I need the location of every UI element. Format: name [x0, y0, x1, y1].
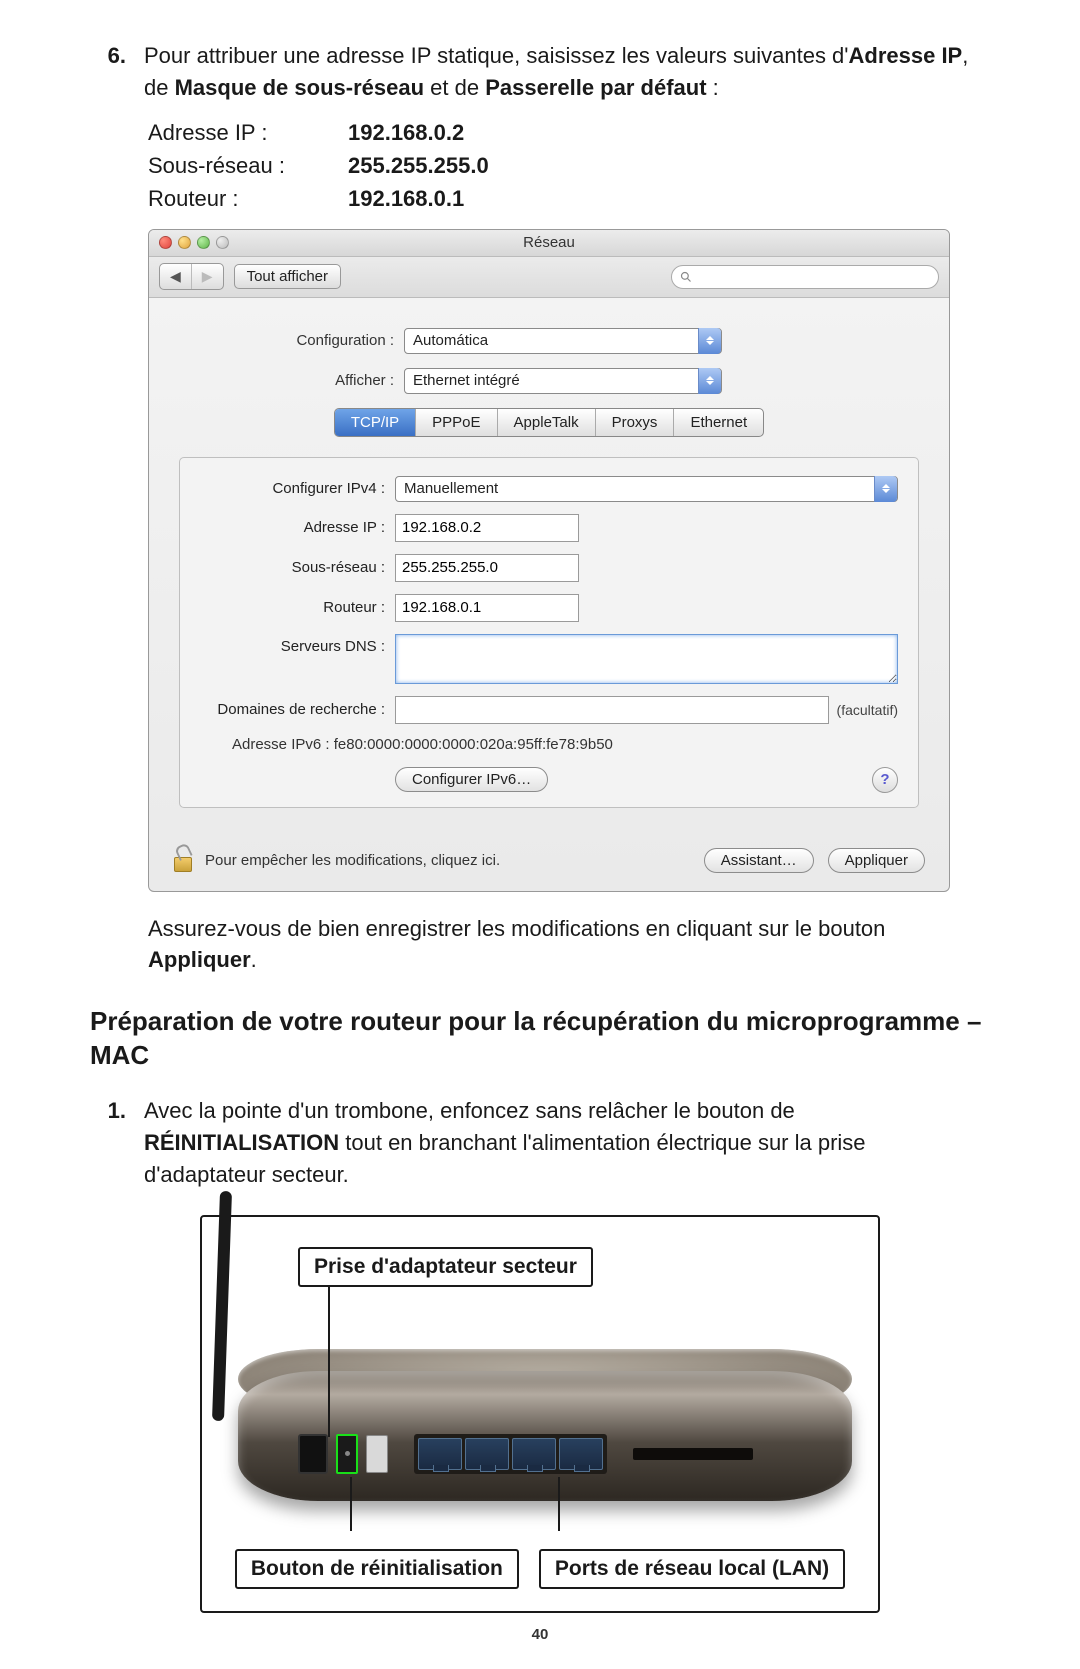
section-heading: Préparation de votre routeur pour la réc… [90, 1005, 990, 1073]
chevron-updown-icon [874, 476, 897, 502]
callout-reset-button: Bouton de réinitialisation [235, 1549, 519, 1589]
ip-value-table: Adresse IP :192.168.0.2 Sous-réseau :255… [148, 116, 990, 215]
lock-icon[interactable] [173, 848, 193, 872]
window-footer: Pour empêcher les modifications, cliquez… [149, 824, 949, 891]
callout-line [350, 1477, 352, 1531]
lan-ports-group [414, 1434, 607, 1474]
rj45-port-icon [418, 1438, 462, 1470]
assistant-button[interactable]: Assistant… [704, 848, 814, 873]
configure-ipv4-label: Configurer IPv4 : [200, 480, 395, 497]
apply-button[interactable]: Appliquer [828, 848, 925, 873]
tab-tcpip[interactable]: TCP/IP [335, 409, 416, 436]
ip-address-label: Adresse IP : [200, 519, 395, 536]
step-number: 6. [90, 40, 126, 104]
search-icon [680, 271, 692, 283]
callout-power-adapter: Prise d'adaptateur secteur [298, 1247, 593, 1287]
subnet-label: Sous-réseau : [200, 559, 395, 576]
router-field[interactable] [395, 594, 579, 622]
callout-lan-ports: Ports de réseau local (LAN) [539, 1549, 845, 1589]
forward-icon[interactable]: ▶ [192, 264, 223, 289]
power-port-icon [298, 1434, 328, 1474]
optional-hint: (facultatif) [837, 702, 898, 718]
dns-servers-field[interactable] [395, 634, 898, 684]
nav-back-forward[interactable]: ◀ ▶ [159, 263, 224, 290]
chevron-updown-icon [698, 328, 721, 354]
configuration-select[interactable]: Automática [404, 328, 722, 354]
dns-label: Serveurs DNS : [200, 634, 395, 655]
mac-network-window: Réseau ◀ ▶ Tout afficher Configuration :… [148, 229, 950, 892]
router-ports [298, 1431, 792, 1477]
page-number: 40 [0, 1626, 1080, 1643]
ipv6-address-line: Adresse IPv6 : fe80:0000:0000:0000:020a:… [232, 736, 898, 753]
show-select[interactable]: Ethernet intégré [404, 368, 722, 394]
step6-text: Pour attribuer une adresse IP statique, … [144, 40, 990, 104]
callout-line [328, 1287, 330, 1437]
search-input[interactable] [671, 265, 939, 289]
router-label: Routeur : [200, 599, 395, 616]
rj45-port-icon [465, 1438, 509, 1470]
configure-ipv6-button[interactable]: Configurer IPv6… [395, 767, 548, 792]
configure-ipv4-select[interactable]: Manuellement [395, 476, 898, 502]
back-icon[interactable]: ◀ [160, 264, 192, 289]
show-all-button[interactable]: Tout afficher [234, 264, 341, 289]
window-titlebar: Réseau [149, 230, 949, 257]
step1-text: Avec la pointe d'un trombone, enfoncez s… [144, 1095, 990, 1191]
rj45-port-icon [512, 1438, 556, 1470]
lock-hint-text[interactable]: Pour empêcher les modifications, cliquez… [205, 852, 500, 869]
search-domains-label: Domaines de recherche : [200, 701, 395, 718]
tab-pppoe[interactable]: PPPoE [416, 409, 497, 436]
ip-address-field[interactable] [395, 514, 579, 542]
antenna-icon [212, 1191, 232, 1421]
tab-ethernet[interactable]: Ethernet [674, 409, 763, 436]
usb-port-icon [366, 1435, 388, 1473]
reset-button-icon [336, 1434, 358, 1474]
card-slot-icon [633, 1448, 753, 1460]
apply-reminder-text: Assurez-vous de bien enregistrer les mod… [148, 914, 990, 976]
step-number: 1. [90, 1095, 126, 1191]
search-domains-field[interactable] [395, 696, 829, 724]
tcpip-panel: Configurer IPv4 : Manuellement Adresse I… [179, 457, 919, 808]
window-title: Réseau [149, 234, 949, 251]
callout-line [558, 1477, 560, 1531]
configuration-label: Configuration : [179, 332, 404, 349]
show-label: Afficher : [179, 372, 404, 389]
toolbar: ◀ ▶ Tout afficher [149, 257, 949, 298]
tab-appletalk[interactable]: AppleTalk [498, 409, 596, 436]
subnet-field[interactable] [395, 554, 579, 582]
rj45-port-icon [559, 1438, 603, 1470]
help-button[interactable]: ? [872, 767, 898, 793]
protocol-tabs[interactable]: TCP/IP PPPoE AppleTalk Proxys Ethernet [334, 408, 764, 437]
router-diagram: Prise d'adaptateur secteur [200, 1215, 880, 1613]
chevron-updown-icon [698, 368, 721, 394]
tab-proxys[interactable]: Proxys [596, 409, 675, 436]
